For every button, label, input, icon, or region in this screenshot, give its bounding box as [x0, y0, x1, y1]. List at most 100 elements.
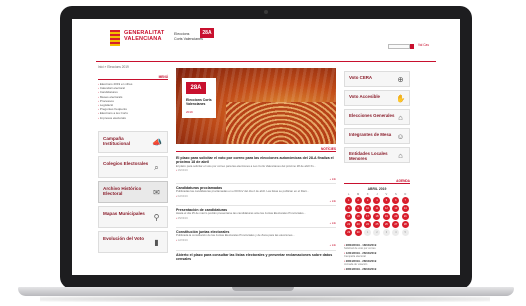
laptop-notch	[232, 287, 294, 291]
calendar-day[interactable]: 27	[392, 221, 400, 228]
election-name-line2: Corts Valencianes	[174, 36, 203, 41]
news-title[interactable]: Abierto el plazo para consultar las list…	[176, 253, 336, 262]
calendar-day[interactable]: 2	[373, 229, 381, 236]
parliament-image	[226, 102, 336, 144]
calendar-day[interactable]: 21	[401, 213, 409, 220]
cera-vote-box[interactable]: Voto CERA ⊕	[344, 71, 410, 87]
news-more-link[interactable]: + info	[330, 222, 336, 225]
news-divider	[176, 227, 336, 228]
accessible-vote-label: Voto Accesible	[349, 94, 380, 99]
calendar-day[interactable]: 19	[382, 213, 390, 220]
local-entities-label: Entidades Locales Menores	[349, 151, 388, 161]
calendar-weekday: S	[394, 193, 397, 196]
calendar-day[interactable]: 11	[373, 205, 381, 212]
news-date: 25/03/19	[176, 217, 336, 220]
calendar-weekday: L	[347, 193, 350, 196]
calendar-day[interactable]: 7	[401, 197, 409, 204]
calendar-day[interactable]: 6	[392, 197, 400, 204]
news-body: Publicadas las candidaturas proclamadas …	[176, 189, 309, 194]
bar-chart-icon: ▮	[154, 238, 159, 247]
calendar-day[interactable]: 13	[392, 205, 400, 212]
megaphone-icon: 📣	[152, 138, 162, 147]
agenda-event-text: Solicitud de voto por correo	[344, 247, 376, 250]
news-body: Hasta el día 25 de marzo podrán presenta…	[176, 211, 306, 216]
polling-stations-box[interactable]: Colegios Electorales ⌕	[98, 156, 168, 178]
news-item: Presentación de candidaturas Hasta el dí…	[176, 208, 336, 225]
left-menu: Eleccions 2019 en xifres Calendari elect…	[98, 82, 168, 120]
general-elections-box[interactable]: Elecciones Generales ⌂	[344, 109, 410, 125]
generalitat-logo-icon[interactable]	[110, 30, 120, 46]
calendar-day[interactable]: 10	[364, 205, 372, 212]
calendar-day[interactable]: 14	[401, 205, 409, 212]
calendar-day[interactable]: 17	[364, 213, 372, 220]
news-heading: NOTÍCIES	[176, 147, 336, 152]
agenda-event-text: Campaña electoral	[344, 255, 366, 258]
calendar-day[interactable]: 30	[354, 229, 362, 236]
news-item: Constitución juntas electorales Publicad…	[176, 230, 336, 247]
hero-banner[interactable]: 28A Eleccions Corts Valencianes 2019	[176, 68, 336, 144]
calendar-day[interactable]: 23	[354, 221, 362, 228]
search-icon: ⌕	[154, 163, 159, 172]
calendar-day[interactable]: 5	[401, 229, 409, 236]
calendar-day[interactable]: 25	[373, 221, 381, 228]
calendar-day[interactable]: 16	[354, 213, 362, 220]
calendar-weekday: J	[376, 193, 378, 196]
calendar-day[interactable]: 28	[401, 221, 409, 228]
calendar-day[interactable]: 5	[382, 197, 390, 204]
calendar-day[interactable]: 12	[382, 205, 390, 212]
calendar-day[interactable]: 3	[364, 197, 372, 204]
calendar-day[interactable]: 18	[373, 213, 381, 220]
archive-box[interactable]: Archivo Histórico Electoral ✉	[98, 181, 168, 203]
calendar-day[interactable]: 22	[345, 221, 353, 228]
calendar-month: ABRIL 2019	[367, 187, 387, 191]
news-more-link[interactable]: + info	[330, 200, 336, 203]
laptop-shadow	[40, 296, 490, 302]
accessible-vote-box[interactable]: Voto Accesible ✋	[344, 90, 410, 106]
agenda-event[interactable]: 28/03/2019 - 18/04/2019 Solicitud de vot…	[344, 243, 410, 250]
hero-subtitle: 2019	[186, 110, 193, 114]
calendar-day[interactable]: 4	[392, 229, 400, 236]
calendar-day[interactable]: 26	[382, 221, 390, 228]
calendar-day[interactable]: 29	[345, 229, 353, 236]
agenda-heading: AGENDA	[344, 179, 410, 184]
campaign-box[interactable]: Campaña Institucional 📣	[98, 131, 168, 153]
header-divider	[96, 61, 436, 62]
calendar-day[interactable]: 15	[345, 213, 353, 220]
calendar-day[interactable]: 1	[364, 229, 372, 236]
maps-box[interactable]: Mapas Municipales ⚲	[98, 206, 168, 228]
agenda-event[interactable]: 28/04/2019 - 28/04/2019 Jornada de votac…	[344, 259, 410, 266]
vote-evolution-box[interactable]: Evolución del Voto ▮	[98, 231, 168, 253]
agenda-event[interactable]: 28/04/2019 - 28/04/2019	[344, 267, 410, 271]
calendar-day[interactable]: 3	[382, 229, 390, 236]
search-input[interactable]	[388, 44, 410, 49]
vote-evolution-label: Evolución del Voto	[103, 236, 145, 241]
calendar-weekday: D	[404, 193, 407, 196]
polling-stations-label: Colegios Electorales	[103, 161, 149, 166]
calendar-day[interactable]: 4	[373, 197, 381, 204]
language-switch[interactable]: Val Cas	[418, 43, 429, 47]
breadcrumb[interactable]: Inici » Eleccions 2019	[98, 65, 129, 69]
menu-item[interactable]: Impresos electorals	[98, 116, 168, 120]
election-name[interactable]: Eleccions Corts Valencianes	[174, 32, 203, 41]
polling-members-label: Integrantes de Mesa	[349, 132, 392, 137]
menu-heading: MENÚ	[98, 75, 168, 80]
calendar-day[interactable]: 24	[364, 221, 372, 228]
news-divider	[176, 183, 336, 184]
calendar-day[interactable]: 9	[354, 205, 362, 212]
news-more-link[interactable]: + info	[330, 244, 336, 247]
hand-icon: ✋	[396, 94, 406, 103]
calendar-day[interactable]: 2	[354, 197, 362, 204]
calendar-day[interactable]: 8	[345, 205, 353, 212]
calendar-day[interactable]: 20	[392, 213, 400, 220]
election-badge: 28A	[200, 28, 214, 38]
calendar-day[interactable]: 1	[345, 197, 353, 204]
agenda-event[interactable]: 12/04/2019 - 26/04/2019 Campaña electora…	[344, 251, 410, 258]
hero-badge: 28A	[186, 82, 206, 94]
local-entities-box[interactable]: Entidades Locales Menores ⌂	[344, 147, 410, 163]
news-date: 16/04/19	[176, 169, 336, 172]
polling-members-box[interactable]: Integrantes de Mesa ☺	[344, 128, 410, 144]
hero-title: Eleccions Corts Valencianes	[186, 98, 212, 106]
generalitat-name[interactable]: GENERALITAT VALENCIANA	[124, 30, 165, 42]
news-more-link[interactable]: + info	[330, 178, 336, 181]
search-button[interactable]	[410, 44, 414, 49]
